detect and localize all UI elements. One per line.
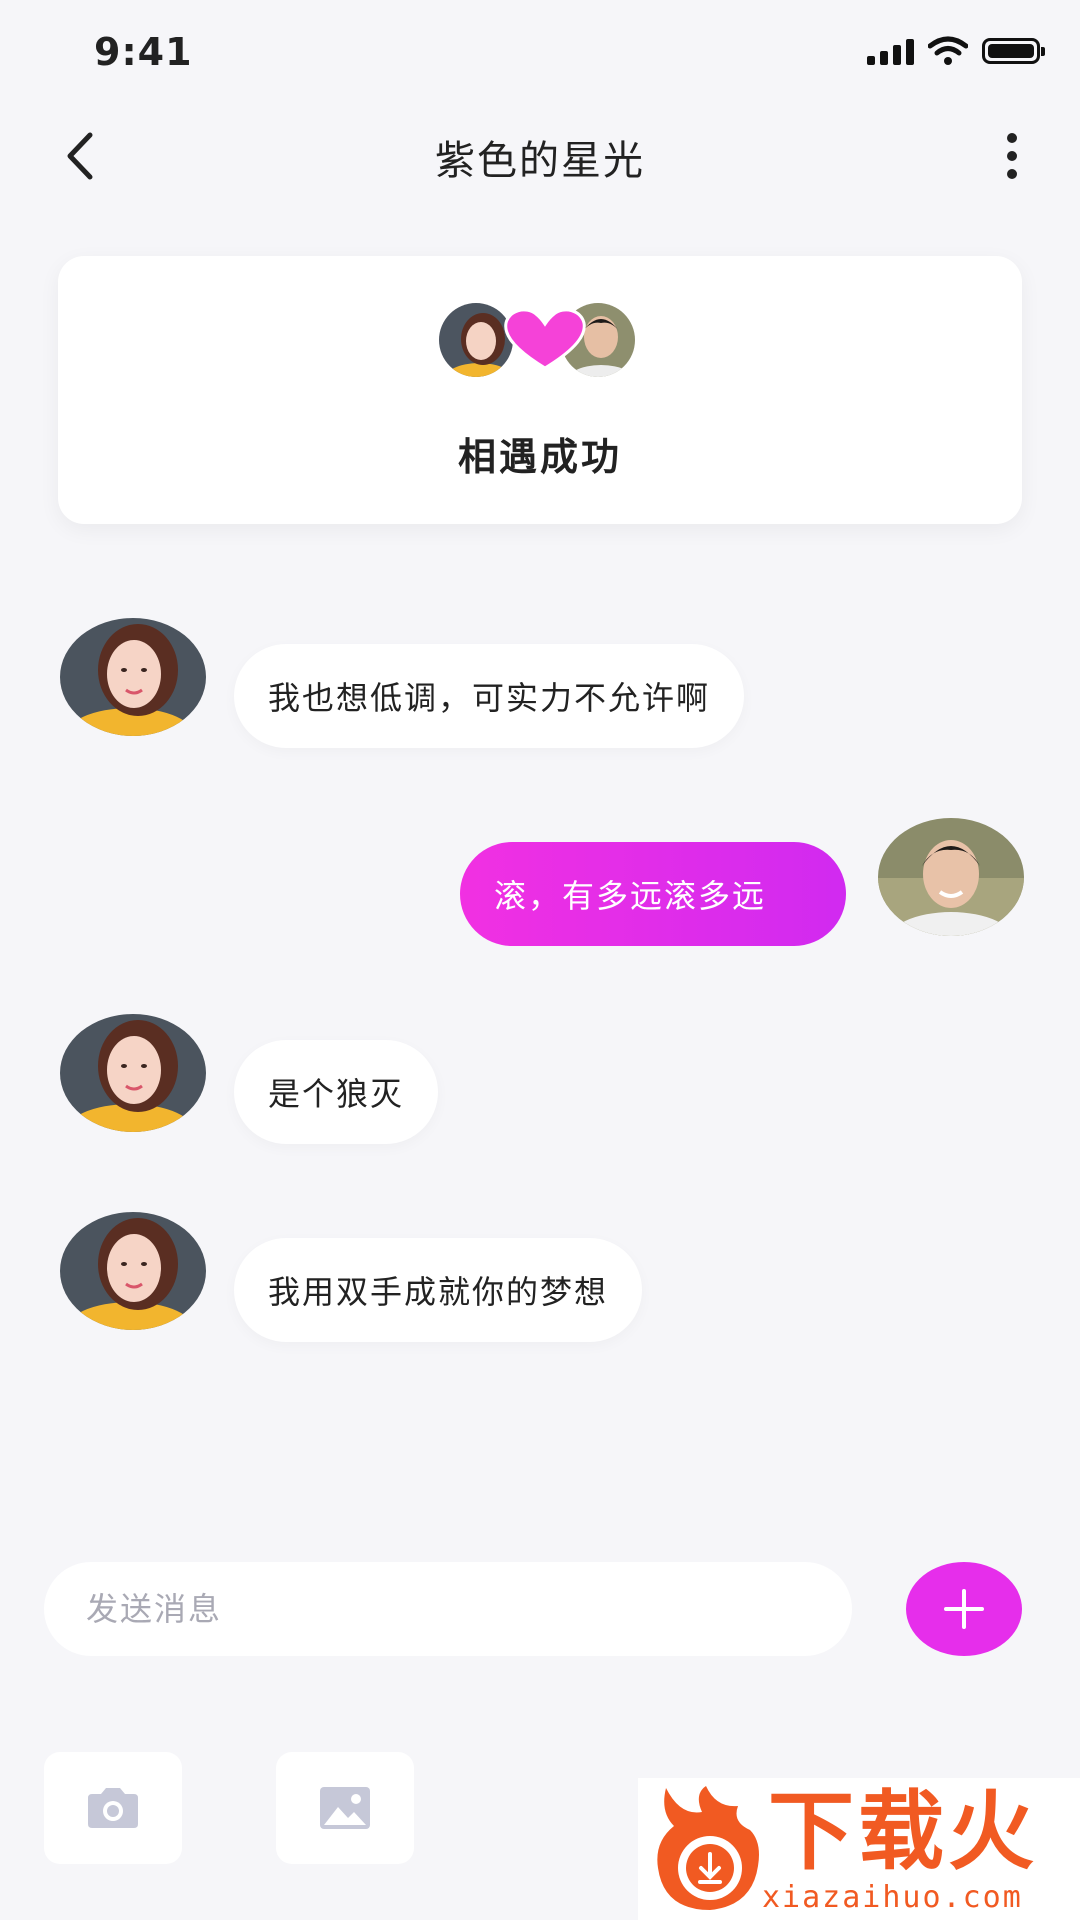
- message-bubble-sent[interactable]: 滚，有多远滚多远: [460, 842, 846, 946]
- watermark-title: 下载火: [768, 1782, 1038, 1882]
- watermark-url: xiazaihuo.com: [762, 1880, 1023, 1915]
- status-time: 9:41: [94, 30, 193, 74]
- match-success-text: 相遇成功: [457, 435, 622, 479]
- flame-download-icon: [657, 1786, 759, 1910]
- message-bubble[interactable]: 我也想低调，可实力不允许啊: [234, 644, 745, 748]
- message-bubble[interactable]: 是个狼灭: [234, 1040, 439, 1144]
- female-avatar[interactable]: [60, 618, 206, 736]
- page-title: 紫色的星光: [435, 138, 645, 184]
- match-card: 相遇成功: [58, 256, 1022, 524]
- more-dot-icon: [1007, 133, 1017, 143]
- more-options-button[interactable]: [992, 128, 1032, 184]
- image-icon: [320, 1787, 370, 1829]
- female-avatar[interactable]: [60, 1212, 206, 1330]
- wifi-icon: [928, 36, 968, 65]
- status-icons: [867, 36, 1045, 66]
- more-dot-icon: [1007, 169, 1017, 179]
- message-input[interactable]: [44, 1562, 852, 1656]
- match-avatars: [436, 300, 646, 380]
- signal-icon: [867, 37, 914, 65]
- more-dot-icon: [1007, 151, 1017, 161]
- image-button[interactable]: [276, 1752, 414, 1864]
- plus-icon: [944, 1589, 984, 1629]
- heart-icon: [504, 308, 586, 370]
- camera-button[interactable]: [44, 1752, 182, 1864]
- battery-icon: [982, 38, 1045, 64]
- male-avatar[interactable]: [878, 818, 1024, 936]
- female-avatar[interactable]: [60, 1014, 206, 1132]
- watermark-logo: 下载火 xiazaihuo.com: [638, 1778, 1080, 1920]
- message-bubble[interactable]: 我用双手成就你的梦想: [234, 1238, 643, 1342]
- camera-icon: [88, 1788, 138, 1828]
- add-button[interactable]: [906, 1562, 1022, 1656]
